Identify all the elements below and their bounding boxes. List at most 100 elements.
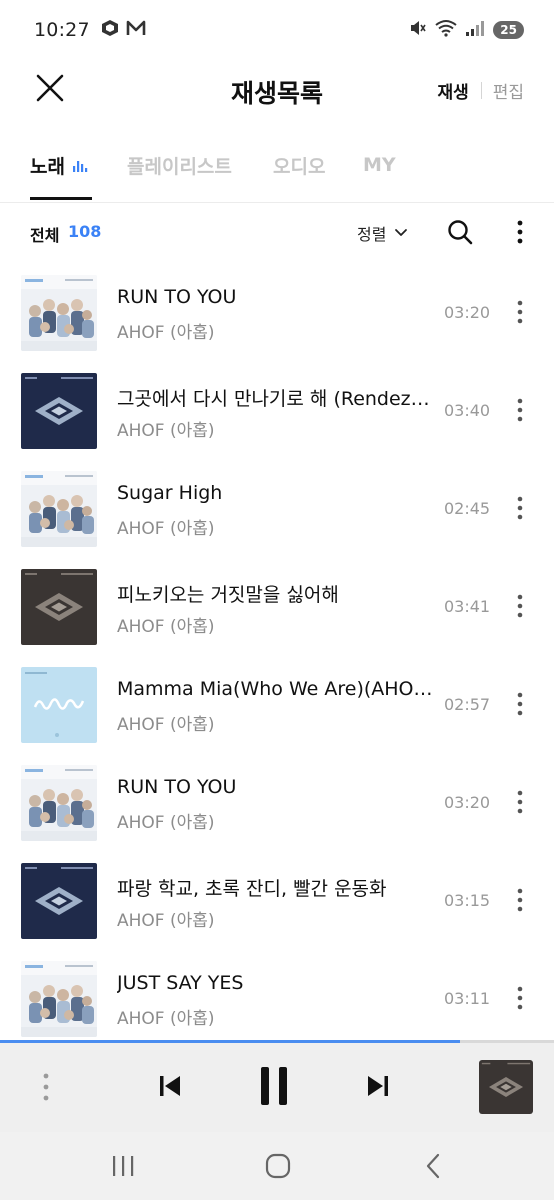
song-title: 피노키오는 거짓말을 싫어해: [117, 584, 339, 606]
song-row[interactable]: RUN TO YOU AHOF (아홉) 03:20: [0, 754, 554, 850]
back-button[interactable]: [403, 1146, 463, 1186]
wifi-icon: [435, 19, 457, 41]
home-button[interactable]: [248, 1146, 308, 1186]
song-more-button[interactable]: [508, 885, 532, 915]
album-art: [21, 373, 97, 449]
more-vertical-icon: [517, 692, 523, 716]
album-art-navy-logo: [21, 863, 97, 939]
close-button[interactable]: [30, 68, 70, 108]
header-actions: 재생 편집: [437, 78, 524, 103]
list-more-button[interactable]: [508, 218, 532, 246]
tab-my-label: MY: [363, 154, 396, 176]
song-duration: 02:45: [444, 499, 491, 518]
album-art: [21, 863, 97, 939]
song-duration: 03:20: [444, 303, 491, 322]
tab-playlists[interactable]: 플레이리스트: [127, 150, 232, 180]
album-art: [21, 765, 97, 841]
search-icon: [448, 220, 473, 245]
song-row[interactable]: Sugar High AHOF (아홉) 02:45: [0, 460, 554, 556]
song-row[interactable]: JUST SAY YES AHOF (아홉) 03:11: [0, 950, 554, 1046]
album-art-dark-logo: [479, 1060, 533, 1114]
tab-my[interactable]: MY: [363, 150, 396, 180]
tab-audio-label: 오디오: [273, 155, 326, 178]
previous-button[interactable]: [152, 1068, 188, 1104]
total-count: 108: [68, 222, 102, 241]
song-row[interactable]: 피노키오는 거짓말을 싫어해 AHOF (아홉) 03:41: [0, 558, 554, 654]
album-art-group-photo: [21, 961, 97, 1037]
album-art-dark-logo: [21, 569, 97, 645]
header: 재생목록 재생 편집: [0, 60, 554, 118]
song-row[interactable]: RUN TO YOU AHOF (아홉) 03:20: [0, 264, 554, 360]
close-icon: [36, 74, 64, 102]
song-row[interactable]: 파랑 학교, 초록 잔디, 빨간 운동화 AHOF (아홉) 03:15: [0, 852, 554, 948]
tab-songs-label: 노래: [30, 155, 65, 178]
song-artist: AHOF (아홉): [117, 911, 215, 931]
progress-fill: [0, 1040, 460, 1043]
mini-player: [0, 1040, 554, 1132]
song-artist: AHOF (아홉): [117, 421, 215, 441]
song-title: 파랑 학교, 초록 잔디, 빨간 운동화: [117, 878, 387, 900]
song-duration: 03:20: [444, 793, 491, 812]
song-duration: 02:57: [444, 695, 491, 714]
drag-handle[interactable]: [36, 1070, 56, 1104]
song-row[interactable]: 그곳에서 다시 만나기로 해 (Rendezvous) AHOF (아홉) 03…: [0, 362, 554, 458]
album-art-sky-text: [21, 667, 97, 743]
song-title: 그곳에서 다시 만나기로 해 (Rendezvous): [117, 388, 433, 410]
song-more-button[interactable]: [508, 787, 532, 817]
song-duration: 03:15: [444, 891, 491, 910]
song-more-button[interactable]: [508, 493, 532, 523]
equalizer-icon: [72, 161, 88, 172]
song-artist: AHOF (아홉): [117, 1009, 215, 1029]
recent-apps-button[interactable]: [93, 1146, 153, 1186]
pause-button[interactable]: [252, 1064, 296, 1108]
song-more-button[interactable]: [508, 297, 532, 327]
system-nav-bar: [0, 1132, 554, 1200]
more-vertical-icon: [517, 398, 523, 422]
tab-songs[interactable]: 노래: [30, 150, 88, 180]
more-vertical-icon: [517, 594, 523, 618]
song-title: Mamma Mia(Who We Are)(AHOF Ver.): [117, 678, 433, 700]
song-duration: 03:40: [444, 401, 491, 420]
list-header: 전체 108 정렬: [0, 212, 554, 252]
cube-icon: [100, 19, 120, 41]
play-all-button[interactable]: 재생: [437, 78, 468, 103]
edit-button[interactable]: 편집: [493, 78, 524, 103]
song-artist: AHOF (아홉): [117, 715, 215, 735]
song-more-button[interactable]: [508, 689, 532, 719]
next-icon: [368, 1076, 388, 1096]
drag-handle-icon: [43, 1073, 49, 1101]
album-art-group-photo: [21, 275, 97, 351]
search-button[interactable]: [446, 218, 474, 246]
song-more-button[interactable]: [508, 591, 532, 621]
song-title: JUST SAY YES: [117, 972, 244, 994]
song-row[interactable]: Mamma Mia(Who We Are)(AHOF Ver.) AHOF (아…: [0, 656, 554, 752]
now-playing-art[interactable]: [479, 1060, 533, 1114]
pause-icon: [261, 1067, 287, 1105]
song-duration: 03:11: [444, 989, 491, 1008]
more-vertical-icon: [517, 986, 523, 1010]
song-title: RUN TO YOU: [117, 286, 237, 308]
more-vertical-icon: [517, 300, 523, 324]
mute-icon: [409, 19, 427, 41]
more-vertical-icon: [517, 220, 523, 244]
chevron-down-icon: [395, 229, 408, 236]
battery-indicator: 25: [493, 21, 524, 39]
total-label: 전체: [30, 226, 60, 245]
song-title: Sugar High: [117, 482, 223, 504]
album-art: [21, 569, 97, 645]
next-button[interactable]: [360, 1068, 396, 1104]
active-tab-indicator: [30, 197, 92, 200]
more-vertical-icon: [517, 496, 523, 520]
song-more-button[interactable]: [508, 395, 532, 425]
tab-audio[interactable]: 오디오: [273, 150, 325, 180]
album-art-group-photo: [21, 765, 97, 841]
more-vertical-icon: [517, 790, 523, 814]
home-icon: [265, 1153, 291, 1179]
song-duration: 03:41: [444, 597, 491, 616]
progress-bar[interactable]: [0, 1040, 554, 1043]
m-logo-icon: [126, 20, 146, 40]
status-right-icons: 25: [409, 19, 524, 41]
sort-button[interactable]: 정렬: [357, 221, 408, 245]
header-divider: [480, 82, 482, 99]
song-more-button[interactable]: [508, 983, 532, 1013]
